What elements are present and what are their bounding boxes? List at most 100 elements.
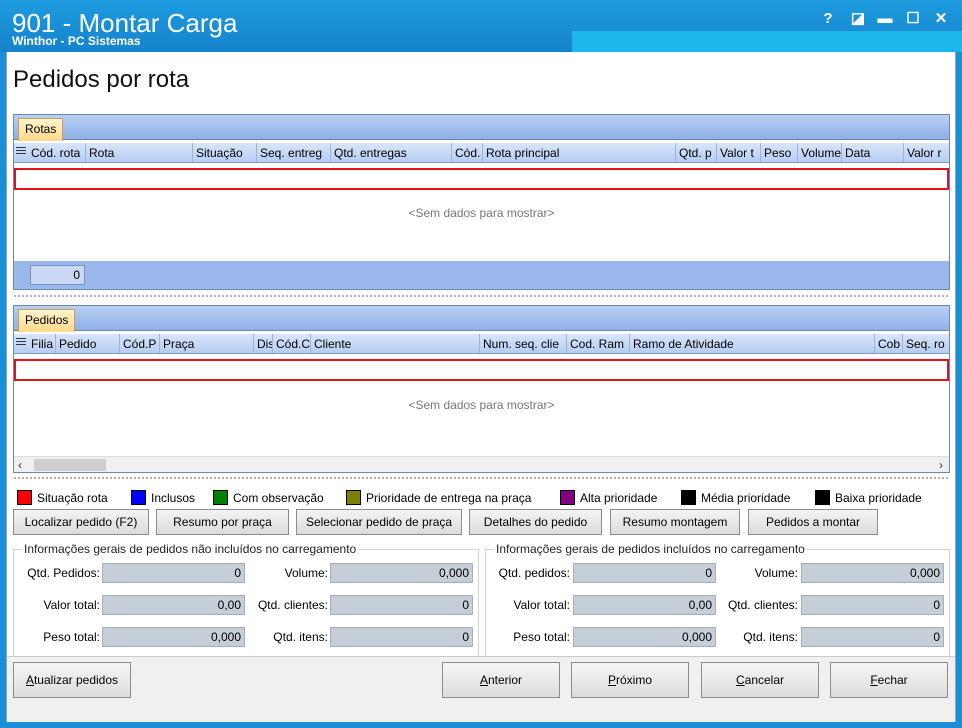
fechar-button[interactable]: Fechar <box>830 662 948 698</box>
qtd-itens-label: Qtd. itens: <box>743 630 798 644</box>
splitter-handle-lower[interactable] <box>13 476 950 481</box>
legend-baixa-prioridade: Baixa prioridade <box>815 489 922 507</box>
tab-rotas[interactable]: Rotas <box>18 118 64 141</box>
legend-swatch <box>815 490 830 505</box>
bottom-bar: Atualizar pedidos Anterior Próximo Cance… <box>7 656 955 722</box>
qtd-itens-value: 0 <box>330 627 473 647</box>
col-cod-ramo[interactable]: Cod. Ram <box>567 334 630 353</box>
maximize-icon[interactable]: ☐ <box>902 8 924 30</box>
legend-swatch <box>681 490 696 505</box>
atualizar-pedidos-button[interactable]: Atualizar pedidos <box>13 662 131 698</box>
col-data[interactable]: Data <box>842 143 904 162</box>
title-bar: 901 - Montar Carga Winthor - PC Sistemas… <box>0 0 962 52</box>
col-cob[interactable]: Cob <box>875 334 903 353</box>
detalhes-pedido-button[interactable]: Detalhes do pedido <box>469 509 602 535</box>
main-window: Pedidos por rota Rotas Cód. rota Rota Si… <box>6 52 956 722</box>
col-dis[interactable]: Dis <box>254 334 273 353</box>
selecionar-pedido-praca-button[interactable]: Selecionar pedido de praça <box>296 509 462 535</box>
rotas-footer: 0 <box>14 261 949 289</box>
tab-pedidos[interactable]: Pedidos <box>18 309 76 332</box>
rotas-panel: Rotas Cód. rota Rota Situação Seq. entre… <box>13 114 950 290</box>
rotas-tab-row: Rotas <box>14 115 949 141</box>
legend-swatch <box>346 490 361 505</box>
col-qtd-p[interactable]: Qtd. p <box>676 143 717 162</box>
minimize-icon[interactable]: ▬ <box>874 8 896 30</box>
col-rota-principal[interactable]: Rota principal <box>483 143 676 162</box>
volume-label: Volume: <box>754 566 798 580</box>
incluidos-title: Informações gerais de pedidos incluídos … <box>494 542 807 556</box>
nao-incluidos-group: Informações gerais de pedidos não incluí… <box>13 542 479 657</box>
qtd-itens-label: Qtd. itens: <box>273 630 328 644</box>
col-seq-entreg[interactable]: Seq. entreg <box>257 143 331 162</box>
col-cod[interactable]: Cód. <box>452 143 483 162</box>
rotas-highlight-row[interactable] <box>14 168 949 190</box>
legend-inclusos: Inclusos <box>131 489 195 507</box>
qtd-pedidos-label: Qtd. pedidos: <box>498 566 570 580</box>
pedidos-a-montar-button[interactable]: Pedidos a montar <box>748 509 878 535</box>
col-valor-t[interactable]: Valor t <box>717 143 761 162</box>
peso-total-value: 0,000 <box>573 627 716 647</box>
rotas-empty-message: <Sem dados para mostrar> <box>408 206 555 220</box>
qtd-pedidos-value: 0 <box>573 563 716 583</box>
col-seq-rota[interactable]: Seq. ro <box>903 334 949 353</box>
legend-swatch <box>560 490 575 505</box>
volume-label: Volume: <box>284 566 328 580</box>
col-rota[interactable]: Rota <box>86 143 193 162</box>
valor-total-label: Valor total: <box>513 598 570 612</box>
col-cliente[interactable]: Cliente <box>311 334 480 353</box>
pedidos-horizontal-scrollbar[interactable]: ‹ › <box>14 456 949 472</box>
col-cod-rota[interactable]: Cód. rota <box>28 143 86 162</box>
volume-value: 0,000 <box>330 563 473 583</box>
nao-incluidos-title: Informações gerais de pedidos não incluí… <box>22 542 359 556</box>
pedidos-highlight-row[interactable] <box>14 359 949 381</box>
col-situacao[interactable]: Situação <box>193 143 257 162</box>
qtd-itens-value: 0 <box>801 627 944 647</box>
col-filial[interactable]: Filia <box>28 334 56 353</box>
pedidos-panel: Pedidos Filia Pedido Cód.P Praça Dis Cód… <box>13 305 950 473</box>
title-accent-bar <box>572 31 962 52</box>
legend-swatch <box>17 490 32 505</box>
cancelar-button[interactable]: Cancelar <box>701 662 819 698</box>
localizar-pedido-button[interactable]: Localizar pedido (F2) <box>13 509 149 535</box>
legend-swatch <box>213 490 228 505</box>
legend-situacao-rota: Situação rota <box>17 489 108 507</box>
peso-total-label: Peso total: <box>43 630 100 644</box>
splitter-handle[interactable] <box>13 294 950 299</box>
scrollbar-thumb[interactable] <box>34 459 106 471</box>
col-valor-r[interactable]: Valor r <box>904 143 949 162</box>
legend-prioridade-praca: Prioridade de entrega na praça <box>346 489 531 507</box>
scroll-left-icon[interactable]: ‹ <box>18 457 22 473</box>
col-cod-c[interactable]: Cód.C <box>273 334 311 353</box>
legend-media-prioridade: Média prioridade <box>681 489 790 507</box>
pedidos-empty-message: <Sem dados para mostrar> <box>408 398 555 412</box>
col-peso[interactable]: Peso <box>761 143 798 162</box>
col-ramo-atividade[interactable]: Ramo de Atividade <box>630 334 875 353</box>
scroll-right-icon[interactable]: › <box>939 457 943 473</box>
col-cod-p[interactable]: Cód.P <box>120 334 160 353</box>
col-praca[interactable]: Praça <box>160 334 254 353</box>
col-qtd-entregas[interactable]: Qtd. entregas <box>331 143 452 162</box>
close-icon[interactable]: ✕ <box>930 8 952 30</box>
col-pedido[interactable]: Pedido <box>56 334 120 353</box>
proximo-button[interactable]: Próximo <box>571 662 689 698</box>
pedidos-grid-header: Filia Pedido Cód.P Praça Dis Cód.C Clien… <box>14 334 949 354</box>
volume-value: 0,000 <box>801 563 944 583</box>
qtd-clientes-label: Qtd. clientes: <box>727 598 798 612</box>
window-subtitle: Winthor - PC Sistemas <box>12 34 141 48</box>
legend-alta-prioridade: Alta prioridade <box>560 489 657 507</box>
qtd-pedidos-label: Qtd. Pedidos: <box>27 566 100 580</box>
col-num-seq-cliente[interactable]: Num. seq. clie <box>480 334 567 353</box>
column-chooser-icon[interactable] <box>16 147 26 158</box>
help-icon[interactable]: ? <box>817 8 839 30</box>
anterior-button[interactable]: Anterior <box>442 662 560 698</box>
qtd-clientes-value: 0 <box>801 595 944 615</box>
page-title: Pedidos por rota <box>13 66 190 93</box>
resumo-montagem-button[interactable]: Resumo montagem <box>610 509 740 535</box>
col-volume[interactable]: Volume <box>798 143 842 162</box>
restore-icon[interactable]: ◪ <box>847 8 869 30</box>
column-chooser-icon[interactable] <box>16 338 26 349</box>
valor-total-value: 0,00 <box>573 595 716 615</box>
incluidos-group: Informações gerais de pedidos incluídos … <box>485 542 950 657</box>
qtd-clientes-value: 0 <box>330 595 473 615</box>
resumo-por-praca-button[interactable]: Resumo por praça <box>156 509 289 535</box>
